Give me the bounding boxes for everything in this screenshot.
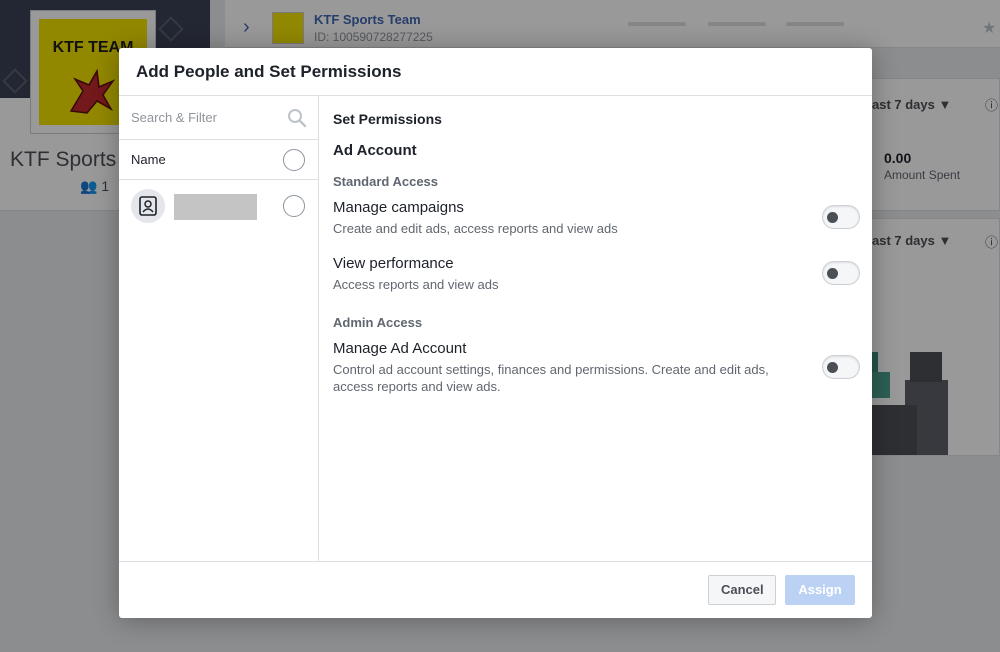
permission-manage-ad-account: Manage Ad Account Control ad account set… bbox=[333, 340, 860, 395]
search-row bbox=[119, 96, 318, 140]
permissions-pane: Set Permissions Ad Account Standard Acce… bbox=[320, 96, 872, 561]
permission-title: Manage Ad Account bbox=[333, 340, 467, 357]
toggle-knob bbox=[827, 212, 838, 223]
name-header-row: Name bbox=[119, 140, 318, 180]
permission-title: View performance bbox=[333, 255, 454, 272]
search-icon[interactable] bbox=[287, 108, 307, 128]
manage-ad-account-toggle[interactable] bbox=[822, 355, 860, 379]
permission-title: Manage campaigns bbox=[333, 199, 464, 216]
avatar bbox=[131, 189, 165, 223]
permission-manage-campaigns: Manage campaigns Create and edit ads, ac… bbox=[333, 199, 860, 237]
toggle-knob bbox=[827, 268, 838, 279]
permission-description: Control ad account settings, finances an… bbox=[333, 362, 769, 394]
redacted-person-name bbox=[174, 194, 257, 220]
people-list-pane: Name bbox=[119, 96, 319, 561]
view-performance-toggle[interactable] bbox=[822, 261, 860, 285]
permission-description: Access reports and view ads bbox=[333, 277, 499, 292]
permission-description: Create and edit ads, access reports and … bbox=[333, 221, 618, 236]
admin-access-heading: Admin Access bbox=[333, 315, 423, 330]
assign-button[interactable]: Assign bbox=[785, 575, 855, 605]
dialog-header: Add People and Set Permissions bbox=[119, 48, 872, 96]
add-people-dialog: Add People and Set Permissions Name bbox=[119, 48, 872, 618]
person-select-radio[interactable] bbox=[283, 195, 305, 217]
ad-account-heading: Ad Account bbox=[333, 142, 417, 159]
contact-card-icon bbox=[139, 196, 157, 216]
dialog-footer: Cancel Assign bbox=[119, 561, 872, 618]
dialog-title: Add People and Set Permissions bbox=[136, 62, 402, 81]
search-input[interactable] bbox=[119, 96, 279, 139]
select-all-radio[interactable] bbox=[283, 149, 305, 171]
manage-campaigns-toggle[interactable] bbox=[822, 205, 860, 229]
toggle-knob bbox=[827, 362, 838, 373]
cancel-button[interactable]: Cancel bbox=[708, 575, 776, 605]
set-permissions-heading: Set Permissions bbox=[333, 111, 442, 127]
list-item[interactable] bbox=[119, 180, 318, 234]
permission-view-performance: View performance Access reports and view… bbox=[333, 255, 860, 293]
standard-access-heading: Standard Access bbox=[333, 174, 439, 189]
name-column-header: Name bbox=[131, 152, 166, 167]
